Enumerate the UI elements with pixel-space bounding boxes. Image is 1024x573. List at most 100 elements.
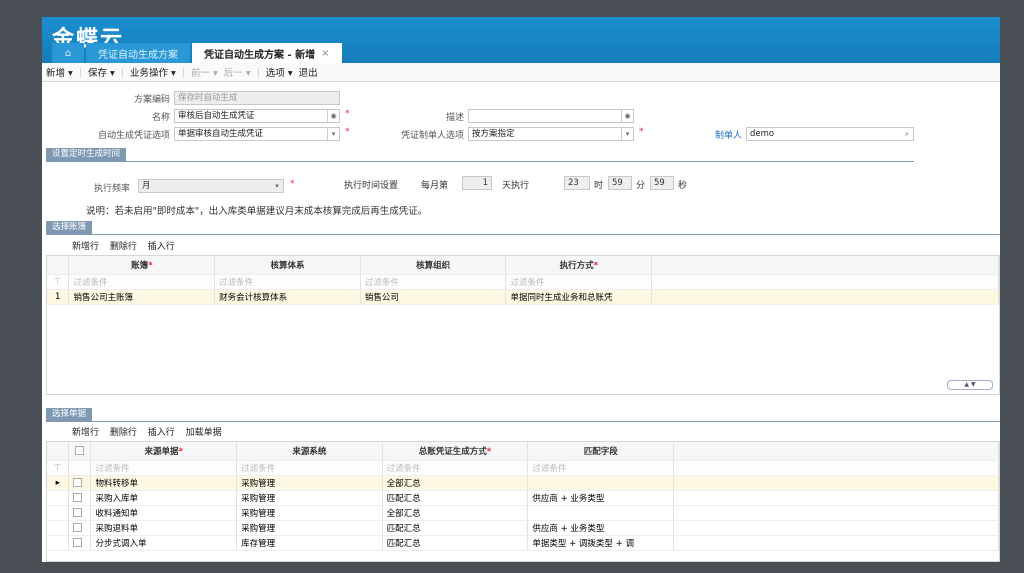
options-button[interactable]: 选项 ▾	[266, 65, 293, 79]
col-header-source-doc[interactable]: 来源单据*	[90, 442, 238, 461]
gen-option-select[interactable]: 单据审核自动生成凭证 ▾	[174, 127, 340, 141]
day-input[interactable]: 1	[462, 176, 492, 190]
filter-row: ⊤ 过滤条件 过滤条件 过滤条件 过滤条件	[47, 460, 999, 476]
cell-gl-method[interactable]: 匹配汇总	[382, 490, 529, 506]
table-row[interactable]: ▸ 物料转移单 采购管理 全部汇总	[47, 475, 999, 491]
table-row[interactable]: 1 销售公司主账簿 财务会计核算体系 销售公司 单据同时生成业务和总账凭	[47, 289, 999, 305]
col-header-match-field[interactable]: 匹配字段	[527, 442, 675, 461]
minute-input[interactable]: 59	[608, 176, 632, 190]
filter-cell[interactable]: 过滤条件	[382, 460, 529, 476]
cell-source-doc[interactable]: 采购入库单	[90, 490, 238, 506]
tab-voucher-scheme[interactable]: 凭证自动生成方案	[86, 43, 190, 63]
scheme-form: 方案编码 保存时自动生成 名称 审核后自动生成凭证 ◉ * 描述 ◉ 自动生成凭证…	[42, 82, 1000, 178]
filter-icon[interactable]: ⊤	[47, 274, 70, 290]
divider: |	[120, 66, 124, 78]
load-docs-button[interactable]: 加载单据	[186, 428, 222, 438]
filter-cell[interactable]: 过滤条件	[236, 460, 383, 476]
books-delete-row-button[interactable]: 删除行	[110, 242, 137, 252]
docs-delete-row-button[interactable]: 删除行	[110, 428, 137, 438]
col-header-system[interactable]: 核算体系	[214, 256, 361, 275]
desc-label: 描述	[445, 113, 464, 123]
table-row[interactable]: 采购入库单 采购管理 匹配汇总 供应商 + 业务类型	[47, 490, 999, 506]
cell-gl-method[interactable]: 匹配汇总	[382, 535, 529, 551]
cell-gl-method[interactable]: 全部汇总	[382, 475, 529, 491]
row-checkbox[interactable]	[68, 475, 92, 491]
exit-button[interactable]: 退出	[299, 65, 318, 79]
table-row[interactable]: 采购退料单 采购管理 匹配汇总 供应商 + 业务类型	[47, 520, 999, 536]
cell-source-system[interactable]: 库存管理	[236, 535, 383, 551]
maker-label[interactable]: 制单人	[682, 128, 742, 141]
cell-match-field[interactable]: 供应商 + 业务类型	[527, 520, 675, 536]
col-header-exec-mode[interactable]: 执行方式*	[505, 256, 653, 275]
second-input[interactable]: 59	[650, 176, 674, 190]
lookup-icon[interactable]: ◉	[327, 110, 339, 122]
select-all-checkbox[interactable]	[68, 442, 92, 461]
filter-cell[interactable]: 过滤条件	[90, 460, 238, 476]
row-number	[47, 535, 70, 551]
desc-field[interactable]: ◉	[468, 109, 634, 123]
filter-cell[interactable]: 过滤条件	[505, 274, 653, 290]
cell-match-field[interactable]	[527, 475, 675, 491]
cell-source-doc[interactable]: 分步式调入单	[90, 535, 238, 551]
books-add-row-button[interactable]: 新增行	[72, 242, 99, 252]
divider: |	[256, 66, 260, 78]
schedule-panel: 执行频率 月 ▾ * 执行时间设置 每月第 1 天执行 23 时 59 分 59 …	[42, 176, 1000, 218]
cell-system[interactable]: 财务会计核算体系	[214, 289, 361, 305]
cell-source-system[interactable]: 采购管理	[236, 505, 383, 521]
cell-source-system[interactable]: 采购管理	[236, 520, 383, 536]
table-row[interactable]: 收料通知单 采购管理 全部汇总	[47, 505, 999, 521]
name-field[interactable]: 审核后自动生成凭证 ◉	[174, 109, 340, 123]
col-header-book[interactable]: 账簿*	[68, 256, 216, 275]
filter-cell[interactable]: 过滤条件	[214, 274, 361, 290]
filter-cell[interactable]: 过滤条件	[527, 460, 675, 476]
next-button[interactable]: 后一 ▾	[224, 65, 251, 79]
row-checkbox[interactable]	[68, 520, 92, 536]
row-checkbox[interactable]	[68, 535, 92, 551]
cell-source-doc[interactable]: 收料通知单	[90, 505, 238, 521]
divider	[46, 421, 1000, 422]
cell-source-doc[interactable]: 采购退料单	[90, 520, 238, 536]
col-header-org[interactable]: 核算组织	[360, 256, 507, 275]
freq-select[interactable]: 月 ▾	[138, 179, 284, 193]
books-actions: 新增行 删除行 插入行	[72, 239, 183, 252]
col-header-source-system[interactable]: 来源系统	[236, 442, 383, 461]
cell-book[interactable]: 销售公司主账簿	[68, 289, 216, 305]
col-header-empty	[673, 442, 999, 461]
cell-gl-method[interactable]: 全部汇总	[382, 505, 529, 521]
divider: |	[181, 66, 185, 78]
filter-cell[interactable]: 过滤条件	[68, 274, 216, 290]
close-icon[interactable]: ×	[321, 48, 329, 59]
filter-cell[interactable]: 过滤条件	[360, 274, 507, 290]
code-field: 保存时自动生成	[174, 91, 340, 105]
cell-exec-mode[interactable]: 单据同时生成业务和总账凭	[505, 289, 653, 305]
filter-icon[interactable]: ⊤	[47, 460, 70, 476]
cell-source-doc[interactable]: 物料转移单	[90, 475, 238, 491]
col-header-gl-method[interactable]: 总账凭证生成方式*	[382, 442, 529, 461]
docs-insert-row-button[interactable]: 插入行	[148, 428, 175, 438]
search-icon[interactable]: ⌕	[901, 128, 913, 140]
new-button[interactable]: 新增 ▾	[46, 65, 73, 79]
hour-input[interactable]: 23	[564, 176, 590, 190]
save-button[interactable]: 保存 ▾	[88, 65, 115, 79]
books-insert-row-button[interactable]: 插入行	[148, 242, 175, 252]
cell-match-field[interactable]: 单据类型 + 调拨类型 + 调	[527, 535, 675, 551]
lookup-icon[interactable]: ◉	[621, 110, 633, 122]
tab-voucher-scheme-new[interactable]: 凭证自动生成方案 - 新增 ×	[192, 43, 342, 63]
cell-match-field[interactable]	[527, 505, 675, 521]
row-checkbox[interactable]	[68, 505, 92, 521]
business-ops-button[interactable]: 业务操作 ▾	[130, 65, 176, 79]
docs-add-row-button[interactable]: 新增行	[72, 428, 99, 438]
table-row[interactable]: 分步式调入单 库存管理 匹配汇总 单据类型 + 调拨类型 + 调	[47, 535, 999, 551]
cell-org[interactable]: 销售公司	[360, 289, 507, 305]
required-mark: *	[345, 109, 350, 119]
prev-button[interactable]: 前一 ▾	[191, 65, 218, 79]
cell-gl-method[interactable]: 匹配汇总	[382, 520, 529, 536]
cell-source-system[interactable]: 采购管理	[236, 475, 383, 491]
row-checkbox[interactable]	[68, 490, 92, 506]
cell-source-system[interactable]: 采购管理	[236, 490, 383, 506]
cell-match-field[interactable]: 供应商 + 业务类型	[527, 490, 675, 506]
tab-home[interactable]: ⌂	[52, 43, 84, 63]
maker-option-select[interactable]: 按方案指定 ▾	[468, 127, 634, 141]
grid-pager[interactable]: ▲ ▼	[947, 380, 993, 390]
maker-field[interactable]: demo ⌕	[746, 127, 914, 141]
